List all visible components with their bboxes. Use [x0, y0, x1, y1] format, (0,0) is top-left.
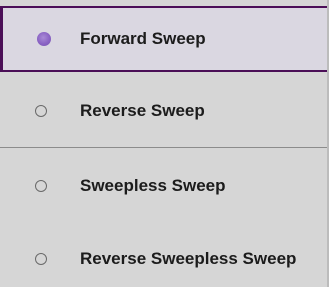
option-forward-sweep[interactable]: Forward Sweep — [0, 6, 329, 72]
radio-unselected-icon[interactable] — [35, 253, 47, 265]
radio-unselected-icon[interactable] — [35, 180, 47, 192]
option-label: Reverse Sweepless Sweep — [80, 249, 297, 268]
divider — [0, 147, 329, 148]
option-label: Forward Sweep — [80, 29, 206, 48]
option-label: Sweepless Sweep — [80, 176, 226, 195]
radio-unselected-icon[interactable] — [35, 104, 47, 117]
option-reverse-sweepless-sweep[interactable]: Reverse Sweepless Sweep — [0, 224, 329, 287]
option-sweepless-sweep[interactable]: Sweepless Sweep — [0, 151, 329, 221]
sweep-options-list: Forward Sweep Reverse Sweep Sweepless Sw… — [0, 0, 329, 287]
option-reverse-sweep[interactable]: Reverse Sweep — [0, 74, 329, 147]
radio-selected-icon[interactable] — [37, 32, 51, 46]
option-label: Reverse Sweep — [80, 100, 205, 120]
sweep-options-panel: Forward Sweep Reverse Sweep Sweepless Sw… — [0, 0, 329, 287]
